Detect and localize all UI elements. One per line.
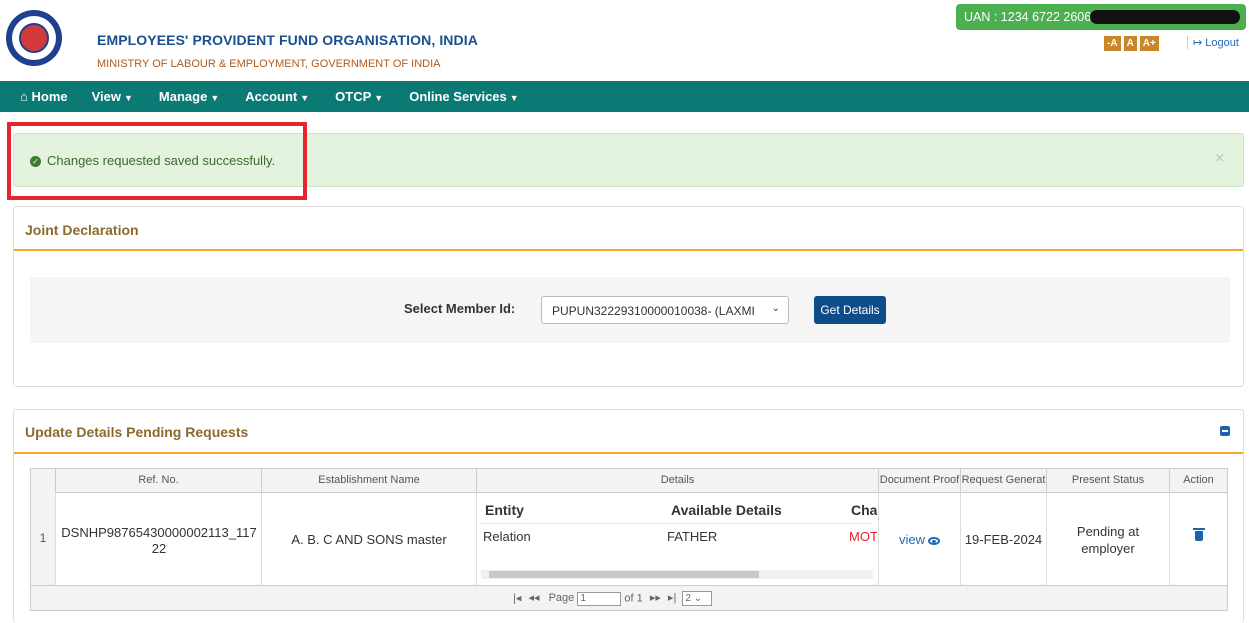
rows-per-page-value: 2 [685, 593, 691, 604]
pending-requests-grid: Ref. No. Establishment Name Details Docu… [30, 468, 1228, 611]
caret-down-icon: ▼ [374, 93, 384, 103]
uan-label: UAN : 1234 6722 2606 / [964, 10, 1099, 24]
details-available-value: FATHER [667, 529, 718, 544]
row-number: 1 [31, 492, 56, 585]
col-ref-no[interactable]: Ref. No. [56, 469, 262, 492]
delete-button[interactable] [1170, 528, 1227, 544]
details-cell: Entity Available Details Cha Relation FA… [477, 492, 879, 585]
nav-home-label: Home [31, 89, 68, 104]
col-establishment[interactable]: Establishment Name [262, 469, 477, 492]
org-name: EMPLOYEES' PROVIDENT FUND ORGANISATION, … [97, 32, 478, 48]
epfo-logo [6, 10, 62, 66]
details-scrollbar[interactable] [481, 570, 873, 579]
caret-down-icon: ▼ [300, 93, 310, 103]
details-subtable: Entity Available Details Cha Relation FA… [477, 492, 877, 585]
nav-otcp-label: OTCP [335, 89, 372, 104]
member-select-bar: Select Member Id: PUPUN32229310000010038… [30, 277, 1230, 343]
nav-account[interactable]: Account ▼ [239, 89, 315, 104]
panel-header: Update Details Pending Requests [14, 410, 1243, 454]
redacted-name [1090, 10, 1240, 24]
nav-online-services-label: Online Services [409, 89, 507, 104]
member-id-value: PUPUN32229310000010038- (LAXMI [552, 304, 755, 318]
collapse-icon[interactable] [1220, 426, 1230, 436]
nav-home[interactable]: ⌂ Home [14, 89, 74, 104]
document-proof-cell: view [879, 492, 961, 585]
details-entity-header: Entity [485, 502, 524, 518]
next-page-icon[interactable]: ▸▸ [650, 592, 661, 604]
font-normal-button[interactable]: A [1123, 36, 1137, 51]
pending-requests-panel: Update Details Pending Requests Ref. No.… [13, 409, 1244, 623]
panel-title: Update Details Pending Requests [25, 424, 249, 440]
panel-header: Joint Declaration [14, 207, 1243, 251]
nav-manage[interactable]: Manage ▼ [153, 89, 225, 104]
uan-badge: UAN : 1234 6722 2606 / [956, 4, 1246, 30]
rows-per-page-select[interactable]: 2 ⌄ [682, 591, 713, 606]
table-row: 1 DSNHP98765430000002113_11722 A. B. C A… [31, 492, 1227, 586]
col-present-status[interactable]: Present Status [1047, 469, 1170, 492]
nav-account-label: Account [245, 89, 298, 104]
ref-no-value: DSNHP98765430000002113_11722 [61, 525, 257, 556]
ministry-name: MINISTRY OF LABOUR & EMPLOYMENT, GOVERNM… [97, 58, 441, 70]
font-decrease-button[interactable]: -A [1104, 36, 1121, 51]
establishment-cell: A. B. C AND SONS master [262, 492, 477, 585]
panel-title: Joint Declaration [25, 222, 139, 238]
view-link-label: view [898, 532, 925, 547]
first-page-icon[interactable]: |◂ [513, 592, 521, 604]
details-change-value: MOT [849, 529, 877, 544]
font-size-controls: -A A A+ [1104, 36, 1159, 51]
highlight-box [7, 122, 307, 200]
logout-link[interactable]: ↦ Logout [1187, 36, 1239, 49]
home-icon: ⌂ [20, 89, 28, 104]
col-action[interactable]: Action [1170, 469, 1227, 492]
row-number-header [31, 469, 56, 492]
caret-down-icon: ▼ [210, 93, 220, 103]
trash-icon [1192, 528, 1205, 541]
request-date-value: 19-FEB-2024 [964, 532, 1043, 547]
details-available-header: Available Details [671, 502, 782, 518]
nav-view[interactable]: View ▼ [86, 89, 139, 104]
request-date-cell: 19-FEB-2024 [961, 492, 1047, 585]
caret-down-icon: ▼ [509, 93, 519, 103]
pager-controls: |◂ ◂◂ Page 1 of 1 ▸▸ ▸| 2 ⌄ [513, 591, 713, 606]
nav-manage-label: Manage [158, 89, 208, 104]
ref-no-cell: DSNHP98765430000002113_11722 [56, 492, 262, 585]
font-increase-button[interactable]: A+ [1139, 36, 1159, 51]
nav-otcp[interactable]: OTCP ▼ [329, 89, 389, 104]
details-entity-value: Relation [483, 529, 531, 544]
status-value: Pending at employer [1076, 524, 1140, 556]
logout-label: Logout [1205, 37, 1239, 49]
action-cell [1170, 492, 1227, 585]
chevron-down-icon: ⌄ [771, 303, 780, 314]
nav-online-services[interactable]: Online Services ▼ [403, 89, 524, 104]
grid-pager: |◂ ◂◂ Page 1 of 1 ▸▸ ▸| 2 ⌄ [31, 586, 1227, 610]
status-cell: Pending at employer [1047, 492, 1170, 585]
caret-down-icon: ▼ [124, 93, 133, 103]
nav-view-label: View [91, 89, 121, 104]
logout-icon: ↦ [1193, 37, 1203, 49]
page-label: Page [548, 592, 575, 605]
scrollbar-thumb[interactable] [489, 571, 759, 578]
member-id-select[interactable]: PUPUN32229310000010038- (LAXMI ⌄ [541, 296, 789, 324]
eye-icon [928, 536, 940, 545]
establishment-value: A. B. C AND SONS master [291, 532, 447, 547]
page-input[interactable]: 1 [577, 591, 622, 606]
col-request-generated[interactable]: Request Generat [961, 469, 1047, 492]
prev-page-icon[interactable]: ◂◂ [528, 592, 539, 604]
view-document-link[interactable]: view [879, 532, 960, 547]
last-page-icon[interactable]: ▸| [668, 592, 676, 604]
select-member-label: Select Member Id: [404, 301, 516, 316]
grid-header: Ref. No. Establishment Name Details Docu… [31, 469, 1227, 493]
details-change-header: Cha [851, 502, 877, 518]
page-count: of 1 [624, 592, 643, 605]
main-nav: ⌂ Home View ▼ Manage ▼ Account ▼ OTCP ▼ Onli… [0, 81, 1249, 112]
col-document-proof[interactable]: Document Proof [879, 469, 961, 492]
joint-declaration-panel: Joint Declaration Select Member Id: PUPU… [13, 206, 1244, 387]
get-details-button[interactable]: Get Details [814, 296, 886, 324]
col-details[interactable]: Details [477, 469, 879, 492]
close-icon[interactable]: × [1215, 150, 1224, 168]
